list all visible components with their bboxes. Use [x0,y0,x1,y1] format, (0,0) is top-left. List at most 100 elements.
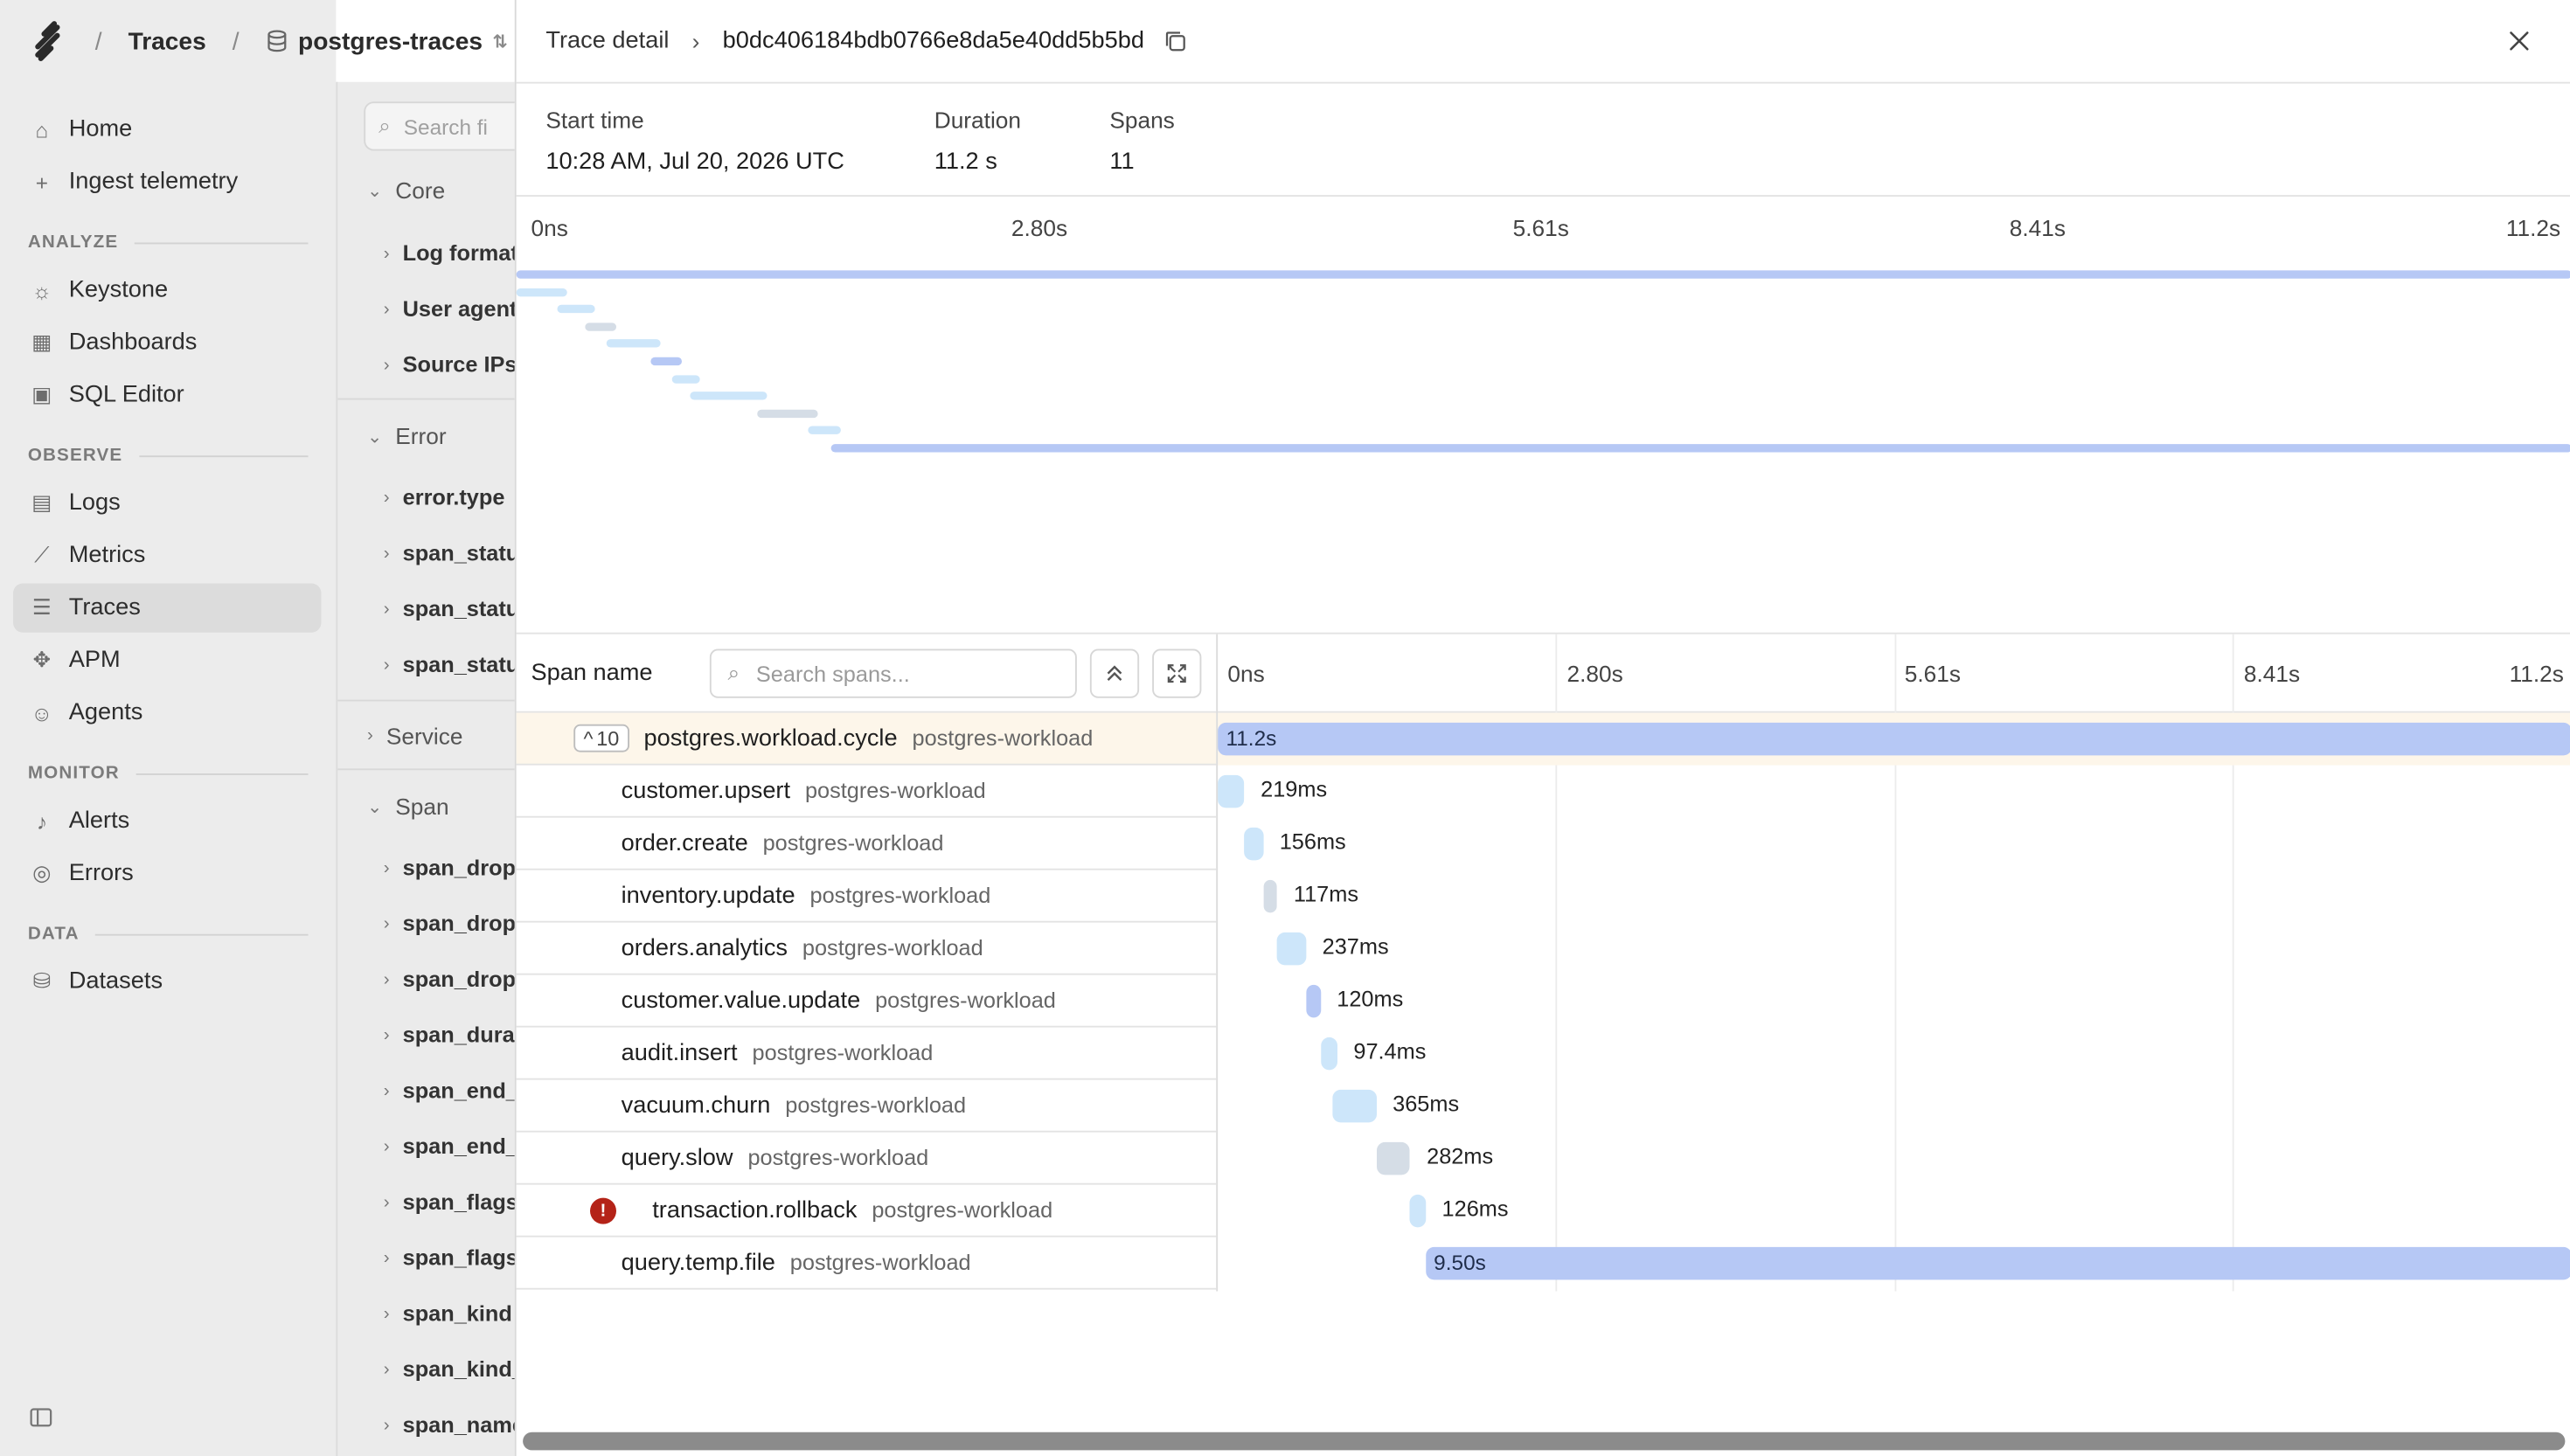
field-item[interactable]: › span_flags [384,1245,517,1270]
close-icon[interactable] [2506,28,2532,54]
span-timeline-cell: 219ms [1218,766,2570,818]
span-row[interactable]: ^ 10 postgres.workload.cycle postgres-workl… [516,712,2570,766]
field-item[interactable]: › span_name [384,1412,517,1437]
span-row[interactable]: customer.value.update postgres-workload 12… [516,975,2570,1028]
span-bar[interactable] [1244,827,1263,861]
field-group-label: Error [395,422,447,449]
nav-item-errors[interactable]: ◎ Errors [13,849,322,898]
traces-icon: ☰ [31,594,52,620]
nav-item-sql-editor[interactable]: ▣ SQL Editor [13,371,322,419]
span-name: customer.value.update [621,987,861,1014]
span-bar[interactable] [1277,932,1306,966]
span-row[interactable]: customer.upsert postgres-workload 219ms [516,766,2570,818]
copy-icon[interactable] [1164,30,1187,52]
span-bar[interactable] [1376,1141,1411,1175]
field-group-error[interactable]: ⌄ Error [367,423,447,449]
field-item[interactable]: › span_statu [384,652,517,676]
field-group-span[interactable]: ⌄ Span [367,794,449,820]
nav-item-home[interactable]: ⌂ Home [13,105,322,154]
span-timeline-cell: 365ms [1218,1080,2570,1133]
nav-item-dashboards[interactable]: ▦ Dashboards [13,318,322,367]
span-row[interactable]: inventory.update postgres-workload 117ms [516,870,2570,923]
nav-item-keystone[interactable]: ☼ Keystone [13,266,322,315]
agent-icon: ☺ [31,700,53,725]
field-item[interactable]: › span_flags [384,1189,517,1214]
span-bar[interactable] [1410,1194,1426,1228]
span-bar[interactable] [1218,774,1245,808]
field-item[interactable]: › span_kind_ [384,1357,517,1382]
field-group-core[interactable]: ⌄ Core [367,177,445,204]
breadcrumb-traces[interactable]: Traces [128,27,206,55]
span-service: postgres-workload [747,1145,929,1170]
span-name: query.slow [621,1144,733,1171]
span-bar[interactable] [1305,984,1321,1018]
trace-minimap[interactable]: 0ns 2.80s 5.61s 8.41s 11.2s [516,198,2570,634]
span-bar[interactable] [1262,879,1278,913]
minimap-span-bar [606,339,660,349]
minimap-span-bar [690,392,768,400]
plus-icon: + [35,170,48,195]
field-item[interactable]: › span_dropp [384,967,517,991]
field-item[interactable]: › span_end_t [384,1134,517,1159]
span-bar[interactable] [1331,1089,1377,1123]
span-search-input[interactable]: ⌕ Search spans... [709,648,1077,698]
span-service: postgres-workload [912,725,1094,751]
field-item[interactable]: › span_durat [384,1023,517,1047]
summary-label: Spans [1109,106,1175,133]
span-row[interactable]: orders.analytics postgres-workload 237ms [516,923,2570,975]
drawer-header: Trace detail › b0dc406184bdb0766e8da5e40… [516,0,2570,84]
span-row[interactable]: order.create postgres-workload 156ms [516,818,2570,870]
span-duration: 219ms [1261,776,1328,801]
span-row[interactable]: ! transaction.rollback postgres-workload 12… [516,1185,2570,1238]
nav-item-logs[interactable]: ▤ Logs [13,479,322,528]
span-row[interactable]: audit.insert postgres-workload 97.4ms [516,1028,2570,1080]
nav-item-apm[interactable]: ✥ APM [13,636,322,685]
dataset-selector[interactable]: postgres-traces ⇅ [266,27,508,55]
bell-icon: ♪ [36,808,47,834]
nav-item-agents[interactable]: ☺ Agents [13,689,322,738]
sidebar-toggle-icon[interactable] [30,1406,52,1429]
field-item[interactable]: › Source IPs [384,352,517,377]
field-item[interactable]: › span_statu [384,597,517,621]
minimap-span-bar [585,322,617,331]
collapse-children-button[interactable]: ^ 10 [573,724,629,752]
horizontal-scrollbar[interactable] [523,1432,2566,1451]
field-item[interactable]: › span_dropp [384,856,517,880]
span-row[interactable]: query.slow postgres-workload 282ms [516,1133,2570,1185]
field-item-label: Source IPs [402,352,517,378]
field-item[interactable]: › span_end_t [384,1078,517,1103]
nav-item-alerts[interactable]: ♪ Alerts [13,796,322,845]
field-item[interactable]: › span_dropp [384,912,517,936]
span-bar[interactable] [1320,1037,1337,1071]
field-item[interactable]: › User agent [384,296,517,321]
field-search-input[interactable]: ⌕ Search fi [364,101,517,151]
chevron-right-icon: › [383,1247,390,1268]
nav-item-datasets[interactable]: ⛁ Datasets [13,957,322,1006]
chevron-right-icon: › [383,969,390,989]
expand-button[interactable] [1152,648,1202,698]
summary-value: 11 [1109,149,1135,176]
chevron-down-icon: ⌄ [367,426,383,447]
span-name: postgres.workload.cycle [643,725,898,752]
field-item[interactable]: › span_kind [384,1301,512,1326]
span-name: query.temp.file [621,1249,775,1276]
field-group-service[interactable]: › Service [367,723,462,749]
span-name-cell: query.temp.file postgres-workload [516,1238,1217,1290]
timeline-tick: 2.80s [1566,660,1623,687]
span-bar[interactable]: 11.2s [1218,722,2570,756]
span-row[interactable]: query.temp.file postgres-workload 9.50s [516,1238,2570,1290]
field-item[interactable]: › error.type [384,485,505,510]
nav-item-traces[interactable]: ☰ Traces [13,583,322,633]
app-logo-icon[interactable] [26,20,69,63]
nav-item-ingest-telemetry[interactable]: + Ingest telemetry [13,157,322,206]
span-bar[interactable]: 9.50s [1425,1246,2570,1280]
field-item[interactable]: › span_statu [384,541,517,565]
nav-item-metrics[interactable]: ⟋ Metrics [13,531,322,580]
column-divider[interactable] [1216,634,1219,1292]
span-row[interactable]: vacuum.churn postgres-workload 365ms [516,1080,2570,1133]
drawer-title[interactable]: Trace detail [545,28,669,54]
divider [337,699,517,702]
field-item[interactable]: › Log format [384,241,517,266]
collapse-all-button[interactable] [1089,648,1140,698]
field-panel: ⌕ Search fi ⌄ Core › Log format › User agen… [336,81,517,1456]
